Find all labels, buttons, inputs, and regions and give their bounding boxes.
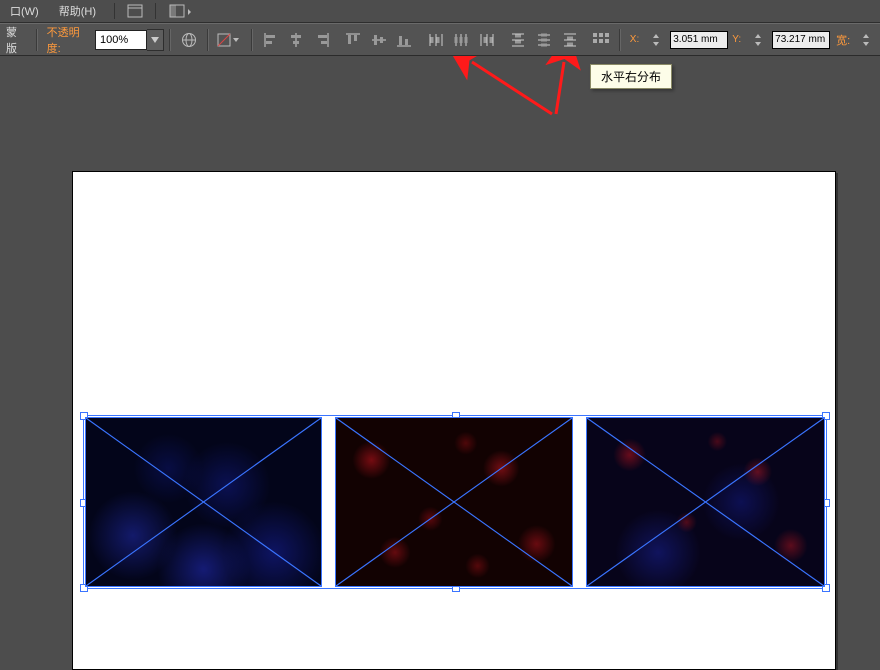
- opacity-label: 不透明度:: [47, 24, 91, 56]
- vdist-center-icon[interactable]: [532, 27, 556, 52]
- y-stepper-icon[interactable]: [745, 27, 770, 52]
- y-label: Y:: [732, 34, 741, 45]
- align-right-icon[interactable]: [310, 27, 334, 52]
- distribute-spacing-icon[interactable]: [589, 27, 613, 52]
- globe-icon[interactable]: [177, 27, 201, 52]
- align-bottom-icon[interactable]: [393, 27, 417, 52]
- w-stepper-icon[interactable]: [854, 27, 878, 52]
- width-label: 宽:: [836, 32, 850, 48]
- separator: [251, 29, 253, 51]
- vdist-top-icon[interactable]: [507, 27, 531, 52]
- menu-window[interactable]: 口(W): [4, 1, 45, 21]
- x-stepper-icon[interactable]: [643, 27, 668, 52]
- align-vcenter-icon[interactable]: [367, 27, 391, 52]
- hdist-center-icon[interactable]: [450, 27, 474, 52]
- hdist-left-icon[interactable]: [424, 27, 448, 52]
- canvas-area[interactable]: 水平右分布: [0, 56, 880, 668]
- arrange-doc-icon[interactable]: [127, 3, 143, 19]
- align-hcenter-icon[interactable]: [284, 27, 308, 52]
- layout-grid-icon[interactable]: [168, 3, 194, 19]
- dropdown-caret-icon[interactable]: [147, 29, 164, 51]
- opacity-input[interactable]: [95, 30, 147, 50]
- placed-image-1[interactable]: [85, 417, 322, 587]
- x-position: X:: [628, 27, 728, 52]
- tooltip-text: 水平右分布: [601, 70, 661, 84]
- swatch-dropdown-icon[interactable]: [215, 27, 245, 52]
- menu-divider: [114, 3, 115, 19]
- x-input[interactable]: [670, 31, 728, 49]
- align-left-icon[interactable]: [259, 27, 283, 52]
- placed-image-3[interactable]: [586, 417, 825, 587]
- options-bar: 蒙版 不透明度: X: Y:: [0, 23, 880, 56]
- menu-bar: 口(W) 帮助(H): [0, 0, 880, 23]
- hdist-right-icon[interactable]: [475, 27, 499, 52]
- opacity-select[interactable]: [95, 29, 164, 51]
- mask-label: 蒙版: [6, 24, 27, 56]
- placed-image-2[interactable]: [335, 417, 573, 587]
- x-label: X:: [630, 34, 639, 45]
- align-top-icon[interactable]: [341, 27, 365, 52]
- vdist-bottom-icon[interactable]: [558, 27, 582, 52]
- menu-divider: [155, 3, 156, 19]
- separator: [207, 29, 209, 51]
- y-input[interactable]: [772, 31, 830, 49]
- separator: [169, 29, 171, 51]
- menu-help[interactable]: 帮助(H): [53, 1, 102, 21]
- y-position: Y:: [730, 27, 830, 52]
- tooltip: 水平右分布: [590, 64, 672, 89]
- separator: [619, 29, 621, 51]
- separator: [36, 29, 38, 51]
